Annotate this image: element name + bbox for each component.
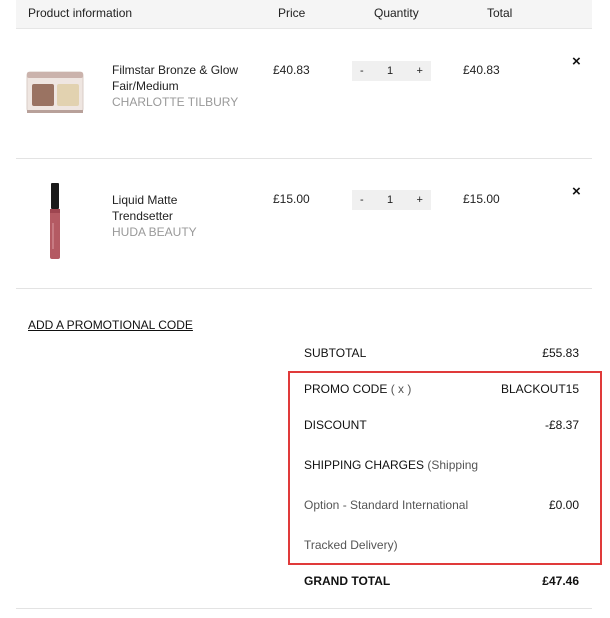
compact-palette-icon <box>26 71 84 113</box>
subtotal-label: SUBTOTAL <box>304 346 367 360</box>
grand-total-value: £47.46 <box>542 574 579 588</box>
promo-code-row: PROMO CODE ( x ) <box>304 382 411 396</box>
item-name-line1[interactable]: Liquid Matte <box>112 192 262 208</box>
remove-promo-button[interactable]: ( x ) <box>391 382 412 396</box>
shipping-charges-label: SHIPPING CHARGES <box>304 458 425 472</box>
quantity-stepper: - 1 + <box>352 61 431 81</box>
decrease-quantity-button[interactable]: - <box>360 65 364 77</box>
promo-code-value: BLACKOUT15 <box>500 382 579 396</box>
cart-item-details: Liquid Matte Trendsetter HUDA BEAUTY <box>112 192 262 240</box>
add-promo-code-link[interactable]: ADD A PROMOTIONAL CODE <box>28 318 193 332</box>
lipstick-tube-icon <box>50 183 60 259</box>
increase-quantity-button[interactable]: + <box>417 194 423 206</box>
discount-value: -£8.37 <box>544 418 579 432</box>
quantity-stepper: - 1 + <box>352 190 431 210</box>
quantity-value[interactable]: 1 <box>387 194 393 206</box>
increase-quantity-button[interactable]: + <box>417 65 423 77</box>
item-brand: CHARLOTTE TILBURY <box>112 95 239 109</box>
shipping-option-text: Tracked Delivery) <box>304 538 398 552</box>
promo-code-label: PROMO CODE <box>304 382 388 396</box>
header-quantity: Quantity <box>374 6 419 20</box>
row-divider <box>16 158 592 159</box>
decrease-quantity-button[interactable]: - <box>360 194 364 206</box>
shipping-value: £0.00 <box>548 498 579 512</box>
remove-item-icon[interactable]: × <box>572 54 581 69</box>
item-price: £15.00 <box>273 192 310 206</box>
item-brand: HUDA BEAUTY <box>112 225 197 239</box>
grand-total-label: GRAND TOTAL <box>304 574 391 588</box>
cart-table-header: Product information Price Quantity Total <box>16 0 592 29</box>
item-name-line1[interactable]: Filmstar Bronze & Glow <box>112 62 262 78</box>
row-divider <box>16 608 592 609</box>
item-name-line2[interactable]: Trendsetter <box>112 208 262 224</box>
quantity-value[interactable]: 1 <box>387 65 393 77</box>
discount-label: DISCOUNT <box>304 418 367 432</box>
cart-item-details: Filmstar Bronze & Glow Fair/Medium CHARL… <box>112 62 262 110</box>
item-name-line2[interactable]: Fair/Medium <box>112 78 262 94</box>
item-price: £40.83 <box>273 63 310 77</box>
subtotal-value: £55.83 <box>542 346 579 360</box>
header-total: Total <box>487 6 513 20</box>
item-total: £40.83 <box>463 63 500 77</box>
shipping-charges-row: SHIPPING CHARGES (Shipping <box>304 458 478 472</box>
shipping-option-text: Option - Standard International <box>304 498 469 512</box>
item-total: £15.00 <box>463 192 500 206</box>
header-product-information: Product information <box>28 6 133 20</box>
row-divider <box>16 288 592 289</box>
header-price: Price <box>278 6 306 20</box>
shipping-option-text: (Shipping <box>427 458 479 472</box>
remove-item-icon[interactable]: × <box>572 184 581 199</box>
